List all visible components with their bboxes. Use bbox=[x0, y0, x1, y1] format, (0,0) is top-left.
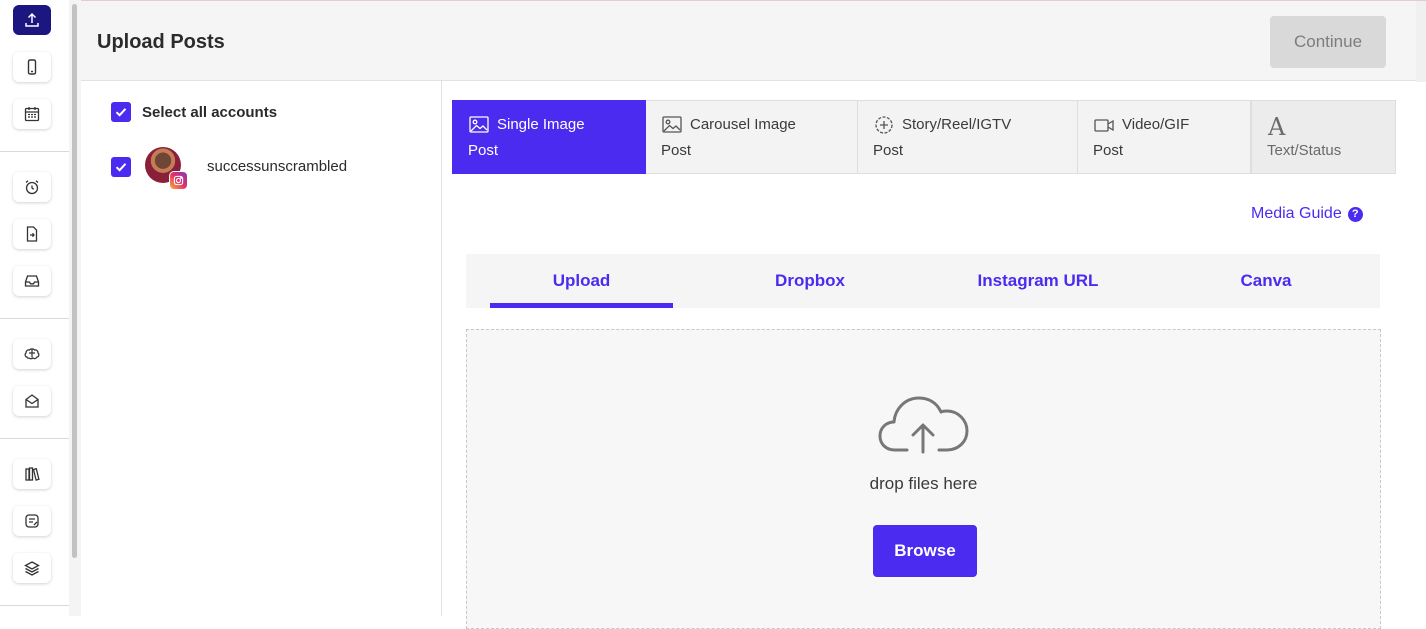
drop-files-text: drop files here bbox=[869, 474, 978, 493]
cloud-upload-icon bbox=[878, 396, 969, 454]
sidebar-divider bbox=[0, 605, 69, 606]
tab-single-image-post[interactable]: Single Image Post bbox=[452, 100, 646, 174]
page-scrollbar-track[interactable] bbox=[1416, 1, 1426, 82]
tab-label: Carousel Image bbox=[690, 116, 796, 133]
tab-instagram-url[interactable]: Instagram URL bbox=[924, 254, 1152, 308]
tab-sublabel: Post bbox=[1093, 142, 1124, 159]
inbox-icon[interactable] bbox=[13, 266, 51, 296]
tab-label: Instagram URL bbox=[977, 271, 1099, 290]
continue-button[interactable]: Continue bbox=[1270, 16, 1386, 68]
page-header: Upload Posts Continue bbox=[81, 0, 1426, 82]
image-icon bbox=[469, 116, 489, 133]
browse-button[interactable]: Browse bbox=[873, 525, 977, 577]
tab-story-reel-igtv-post[interactable]: Story/Reel/IGTV Post bbox=[858, 100, 1078, 174]
tab-text-status[interactable]: A Text/Status bbox=[1251, 100, 1396, 174]
tab-sublabel: Post bbox=[873, 142, 904, 159]
tab-upload[interactable]: Upload bbox=[490, 254, 673, 308]
text-icon: A bbox=[1268, 113, 1286, 141]
sidebar-divider bbox=[0, 318, 69, 319]
instagram-icon bbox=[169, 171, 188, 190]
tab-sublabel: Post bbox=[468, 142, 499, 159]
account-checkbox[interactable] bbox=[111, 157, 131, 177]
page-title: Upload Posts bbox=[97, 31, 225, 53]
media-guide-label: Media Guide bbox=[1251, 205, 1342, 222]
upload-icon[interactable] bbox=[13, 5, 51, 35]
image-icon bbox=[662, 116, 682, 133]
tab-label: Video/GIF bbox=[1122, 116, 1190, 133]
sidebar-scrollbar-thumb[interactable] bbox=[72, 4, 77, 558]
tab-label: Canva bbox=[1240, 271, 1292, 290]
calendar-icon[interactable] bbox=[13, 99, 51, 129]
upload-source-tabs: Upload Dropbox Instagram URL Canva bbox=[466, 254, 1380, 308]
file-drop-zone[interactable]: drop files here Browse bbox=[466, 329, 1381, 629]
layers-icon[interactable] bbox=[13, 553, 51, 583]
tab-label: Single Image bbox=[497, 116, 585, 133]
select-all-checkbox[interactable] bbox=[111, 102, 131, 122]
tab-sublabel: Post bbox=[661, 142, 692, 159]
alarm-clock-icon[interactable] bbox=[13, 172, 51, 202]
plus-circle-icon bbox=[875, 116, 893, 134]
brain-icon[interactable] bbox=[13, 339, 51, 369]
notes-icon[interactable] bbox=[13, 506, 51, 536]
sidebar-divider bbox=[0, 151, 69, 152]
select-all-label: Select all accounts bbox=[142, 104, 278, 121]
tab-video-gif-post[interactable]: Video/GIF Post bbox=[1078, 100, 1251, 174]
tab-carousel-image-post[interactable]: Carousel Image Post bbox=[646, 100, 858, 174]
phone-icon[interactable] bbox=[13, 52, 51, 82]
tab-sublabel: Text/Status bbox=[1267, 142, 1342, 159]
account-name: successunscrambled bbox=[207, 158, 348, 175]
tab-canva[interactable]: Canva bbox=[1152, 254, 1380, 308]
library-icon[interactable] bbox=[13, 459, 51, 489]
tab-label: Upload bbox=[552, 271, 611, 290]
tab-dropbox[interactable]: Dropbox bbox=[696, 254, 924, 308]
tab-label: Story/Reel/IGTV bbox=[902, 116, 1012, 133]
post-type-tabs: Single Image Post Carousel Image Post St… bbox=[452, 100, 1396, 174]
accounts-panel: Select all accounts successunscrambled bbox=[81, 81, 442, 616]
media-guide-link[interactable]: Media Guide ? bbox=[1251, 205, 1363, 223]
active-tab-indicator bbox=[490, 303, 673, 308]
video-camera-icon bbox=[1094, 119, 1114, 132]
help-icon: ? bbox=[1347, 206, 1363, 222]
sidebar-rail bbox=[0, 0, 69, 616]
file-import-icon[interactable] bbox=[13, 219, 51, 249]
sidebar-divider bbox=[0, 438, 69, 439]
tab-label: Dropbox bbox=[775, 271, 845, 290]
envelope-open-icon[interactable] bbox=[13, 386, 51, 416]
